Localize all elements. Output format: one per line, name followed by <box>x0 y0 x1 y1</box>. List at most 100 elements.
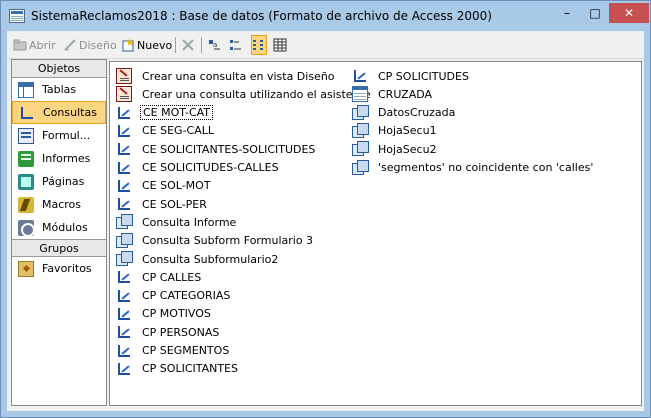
query-item[interactable]: Crear una consulta en vista Diseño <box>116 67 337 85</box>
query-label: Crear una consulta utilizando el asisten… <box>142 87 371 101</box>
query-item[interactable]: Consulta Subform Formulario 3 <box>116 232 315 250</box>
query-label: Consulta Subformulario2 <box>142 252 279 266</box>
query-label: CP MOTIVOS <box>142 307 211 321</box>
query-label: HojaSecu1 <box>378 124 437 138</box>
toolbar: Abrir Diseño Nuevo a <box>7 31 644 59</box>
sql-query-icon <box>352 122 369 139</box>
objects-header[interactable]: Objetos <box>12 60 106 78</box>
query-item[interactable]: CP MOTIVOS <box>116 305 213 323</box>
query-item[interactable]: Consulta Subformulario2 <box>116 250 280 268</box>
delete-button[interactable] <box>181 35 195 55</box>
query-label: CP SOLICITANTES <box>142 362 239 376</box>
group-item-favorites[interactable]: Favoritos <box>12 257 106 280</box>
query-item[interactable]: CP PERSONAS <box>116 323 221 341</box>
query-label: 'segmentos' no coincidente con 'calles' <box>378 161 594 174</box>
objects-list: Tablas Consultas Formul... Informes Páginas M… <box>12 78 106 239</box>
query-item[interactable]: CP CALLES <box>116 268 203 286</box>
query-item[interactable]: CP SOLICITANTES <box>116 360 240 378</box>
content-area: Objetos Tablas Consultas Formul... Informes… <box>7 59 644 411</box>
sql-query-icon <box>352 104 369 121</box>
query-item[interactable]: 'segmentos' no coincidente con 'calles' <box>352 159 595 177</box>
query-item[interactable]: CE SOL-MOT <box>116 177 213 195</box>
query-label: CP SEGMENTOS <box>142 344 230 357</box>
design-icon <box>63 38 77 52</box>
select-query-icon <box>116 160 132 176</box>
query-item[interactable]: HojaSecu2 <box>352 140 439 158</box>
svg-text:a: a <box>213 41 217 49</box>
minimize-button[interactable]: – <box>553 3 581 23</box>
query-label: HojaSecu2 <box>378 142 437 156</box>
sidebar-item-page[interactable]: Páginas <box>12 170 106 193</box>
query-label: CP SOLICITUDES <box>378 69 469 83</box>
query-icon-stroke <box>121 346 130 355</box>
design-wizard-icon <box>116 68 132 84</box>
title-bar[interactable]: SistemaReclamos2018 : Base de datos (For… <box>1 1 650 31</box>
groups-header[interactable]: Grupos <box>12 239 106 257</box>
query-label: Consulta Subform Formulario 3 <box>142 234 314 248</box>
design-wizard-icon <box>116 86 132 103</box>
select-query-icon <box>116 123 132 139</box>
queries-list: Crear una consulta en vista Diseño Crear … <box>109 61 642 406</box>
sql-query-icon <box>352 159 369 176</box>
query-item[interactable]: CE SOLICITANTES-SOLICITUDES <box>116 140 317 158</box>
sql-query-icon <box>116 251 133 267</box>
details-view-button[interactable] <box>273 35 287 55</box>
new-label: Nuevo <box>137 38 173 52</box>
query-item[interactable]: CP CATEGORIAS <box>116 287 232 305</box>
query-item[interactable]: CE SOLICITUDES-CALLES <box>116 159 281 177</box>
query-item[interactable]: DatosCruzada <box>352 104 457 122</box>
open-button[interactable]: Abrir <box>13 35 56 55</box>
large-icons-icon: a <box>207 38 221 52</box>
open-label: Abrir <box>29 38 56 52</box>
small-icons-icon <box>229 38 243 52</box>
new-button[interactable]: Nuevo <box>121 35 172 55</box>
sidebar-item-form[interactable]: Formul... <box>12 124 106 147</box>
design-button[interactable]: Diseño <box>63 35 117 55</box>
sidebar-item-report[interactable]: Informes <box>12 147 106 170</box>
database-icon <box>9 9 25 23</box>
query-icon-stroke <box>121 108 130 117</box>
select-query-icon <box>116 105 132 121</box>
details-view-icon <box>273 38 287 52</box>
query-item[interactable]: HojaSecu1 <box>352 122 439 140</box>
query-item[interactable]: CE SOL-PER <box>116 195 209 213</box>
query-item[interactable]: CP SOLICITUDES <box>352 67 471 85</box>
query-label: CP PERSONAS <box>142 325 220 339</box>
query-item[interactable]: CE SEG-CALL <box>116 122 216 140</box>
sidebar-item-module[interactable]: Módulos <box>12 216 106 239</box>
sidebar-item-table[interactable]: Tablas <box>12 78 106 101</box>
query-label: CE SEG-CALL <box>142 124 215 138</box>
query-item[interactable]: CE MOT-CAT <box>116 104 214 122</box>
select-query-icon <box>116 196 132 212</box>
select-query-icon <box>352 68 368 84</box>
select-query-icon <box>116 306 132 322</box>
query-label: Crear una consulta en vista Diseño <box>142 69 335 83</box>
query-icon-stroke <box>357 72 366 80</box>
page-icon <box>18 173 34 190</box>
select-query-icon <box>116 269 132 285</box>
favorites-icon <box>18 260 34 277</box>
sidebar-item-label: Consultas <box>43 106 97 119</box>
sidebar-item-macro[interactable]: Macros <box>12 193 106 216</box>
maximize-button[interactable]: □ <box>581 3 609 23</box>
query-item[interactable]: Crear una consulta utilizando el asisten… <box>116 85 373 103</box>
small-icons-button[interactable] <box>229 35 243 55</box>
toolbar-separator <box>175 37 176 53</box>
crosstab-query-icon <box>352 86 368 103</box>
sidebar-item-label: Formul... <box>42 129 91 142</box>
query-icon-stroke <box>121 200 130 208</box>
query-icon-stroke <box>121 328 130 336</box>
large-icons-button[interactable]: a <box>207 35 221 55</box>
query-item[interactable]: Consulta Informe <box>116 213 238 231</box>
close-button[interactable]: ✕ <box>609 3 649 23</box>
query-item[interactable]: CRUZADA <box>352 85 434 103</box>
sql-query-icon <box>352 141 369 157</box>
sql-query-icon <box>116 232 133 249</box>
query-label: DatosCruzada <box>378 106 456 120</box>
sidebar-item-query[interactable]: Consultas <box>12 101 106 124</box>
query-item[interactable]: CP SEGMENTOS <box>116 342 231 360</box>
query-icon-stroke <box>121 145 130 153</box>
query-icon-stroke <box>121 273 130 281</box>
list-view-button[interactable] <box>251 35 267 55</box>
query-label: CP CATEGORIAS <box>142 289 231 303</box>
